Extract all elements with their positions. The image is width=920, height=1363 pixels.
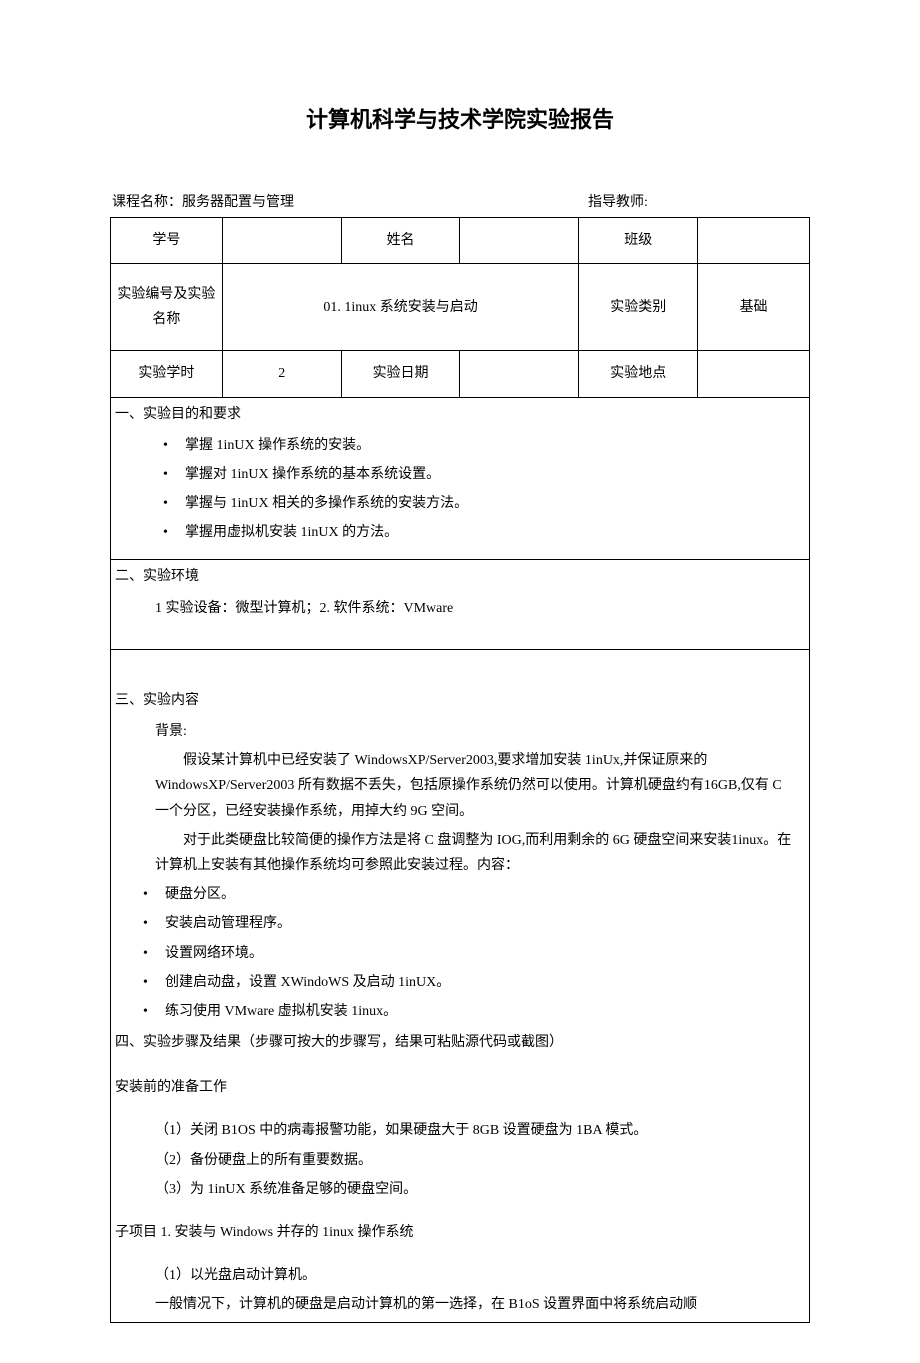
table-row: 学号 姓名 班级 (111, 217, 810, 263)
date-value (460, 351, 579, 397)
section-1-title: 一、实验目的和要求 (115, 402, 805, 427)
section-2-body: 1 实验设备：微型计算机；2. 软件系统：VMware (115, 596, 805, 621)
course-header-row: 课程名称：服务器配置与管理 指导教师: (110, 190, 810, 215)
list-item: 设置网络环境。 (95, 941, 799, 966)
section-4-title: 四、实验步骤及结果（步骤可按大的步骤写，结果可粘贴源代码或截图） (115, 1030, 799, 1055)
section-3-bg-label: 背景: (115, 719, 799, 744)
sub1-title: 子项目 1. 安装与 Windows 并存的 1inux 操作系统 (115, 1220, 799, 1245)
exp-no-name-label: 实验编号及实验名称 (111, 263, 223, 350)
section-3-p1: 假设某计算机中已经安装了 WindowsXP/Server2003,要求增加安装… (115, 748, 799, 824)
hours-value: 2 (222, 351, 341, 397)
class-label: 班级 (579, 217, 698, 263)
section-3-list: 硬盘分区。 安装启动管理程序。 设置网络环境。 创建启动盘，设置 XWindoW… (95, 882, 799, 1024)
list-item: 创建启动盘，设置 XWindoWS 及启动 1inUX。 (95, 970, 799, 995)
instructor-block: 指导教师: (588, 190, 808, 215)
section-3-p2: 对于此类硬盘比较简便的操作方法是将 C 盘调整为 IOG,而利用剩余的 6G 硬… (115, 828, 799, 878)
info-table: 学号 姓名 班级 实验编号及实验名称 01. 1inux 系统安装与启动 实验类… (110, 217, 810, 398)
list-item: 练习使用 VMware 虚拟机安装 1inux。 (95, 999, 799, 1024)
prep-item: （3）为 1inUX 系统准备足够的硬盘空间。 (115, 1177, 799, 1202)
section-2-title: 二、实验环境 (115, 564, 805, 589)
table-row: 实验编号及实验名称 01. 1inux 系统安装与启动 实验类别 基础 (111, 263, 810, 350)
date-label: 实验日期 (341, 351, 460, 397)
table-row: 实验学时 2 实验日期 实验地点 (111, 351, 810, 397)
list-item: 掌握对 1inUX 操作系统的基本系统设置。 (115, 462, 805, 487)
course-name: 服务器配置与管理 (182, 195, 294, 210)
course-label: 课程名称： (112, 195, 182, 210)
list-item: 硬盘分区。 (95, 882, 799, 907)
student-id-label: 学号 (111, 217, 223, 263)
list-item: 掌握 1inUX 操作系统的安装。 (115, 433, 805, 458)
class-value (698, 217, 810, 263)
section-3-title: 三、实验内容 (115, 688, 799, 713)
list-item: 安装启动管理程序。 (95, 911, 799, 936)
exp-type-label: 实验类别 (579, 263, 698, 350)
place-value (698, 351, 810, 397)
course-name-block: 课程名称：服务器配置与管理 (112, 190, 588, 215)
hours-label: 实验学时 (111, 351, 223, 397)
student-id-value (222, 217, 341, 263)
sub1-item1: （1）以光盘启动计算机。 (115, 1263, 799, 1288)
section-1-list: 掌握 1inUX 操作系统的安装。 掌握对 1inUX 操作系统的基本系统设置。… (115, 433, 805, 546)
exp-no-name-value: 01. 1inux 系统安装与启动 (222, 263, 578, 350)
page-title: 计算机科学与技术学院实验报告 (110, 100, 810, 140)
name-label: 姓名 (341, 217, 460, 263)
sub1-p: 一般情况下，计算机的硬盘是启动计算机的第一选择，在 B1oS 设置界面中将系统启… (115, 1292, 799, 1317)
list-item: 掌握用虚拟机安装 1inUX 的方法。 (115, 520, 805, 545)
exp-type-value: 基础 (698, 263, 810, 350)
name-value (460, 217, 579, 263)
section-2: 二、实验环境 1 实验设备：微型计算机；2. 软件系统：VMware (110, 560, 810, 649)
section-3-4: 三、实验内容 背景: 假设某计算机中已经安装了 WindowsXP/Server… (110, 650, 810, 1323)
place-label: 实验地点 (579, 351, 698, 397)
instructor-label: 指导教师: (588, 195, 648, 210)
prep-item: （2）备份硬盘上的所有重要数据。 (115, 1148, 799, 1173)
section-1: 一、实验目的和要求 掌握 1inUX 操作系统的安装。 掌握对 1inUX 操作… (110, 398, 810, 561)
prep-item: （1）关闭 B1OS 中的病毒报警功能，如果硬盘大于 8GB 设置硬盘为 1BA… (115, 1118, 799, 1143)
list-item: 掌握与 1inUX 相关的多操作系统的安装方法。 (115, 491, 805, 516)
prep-title: 安装前的准备工作 (115, 1075, 799, 1100)
